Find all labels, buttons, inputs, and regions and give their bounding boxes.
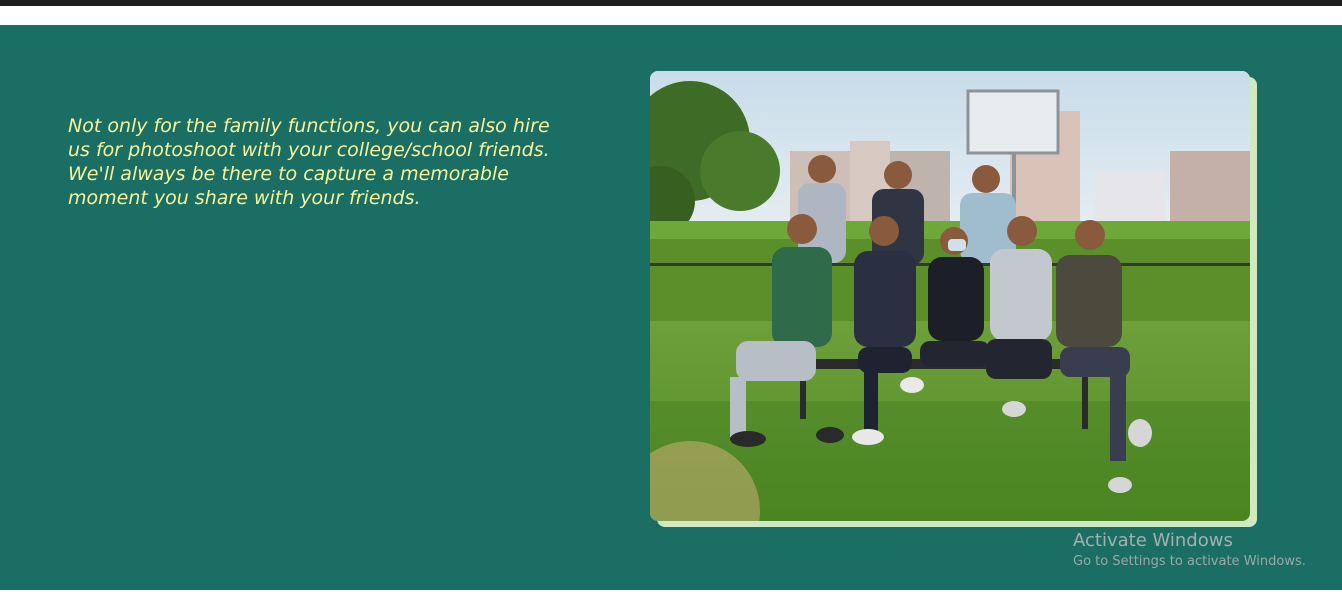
description-paragraph-2: We'll always be there to capture a memor…: [68, 163, 509, 209]
windows-activation-watermark: Activate Windows Go to Settings to activ…: [1073, 530, 1306, 571]
watermark-title: Activate Windows: [1073, 530, 1233, 551]
top-nav-bar: [0, 0, 1342, 6]
watermark-subtitle: Go to Settings to activate Windows.: [1073, 554, 1306, 569]
friends-group-photo: [650, 71, 1250, 521]
section-description: Not only for the family functions, you c…: [68, 114, 568, 210]
description-paragraph-1: Not only for the family functions, you c…: [68, 115, 550, 161]
